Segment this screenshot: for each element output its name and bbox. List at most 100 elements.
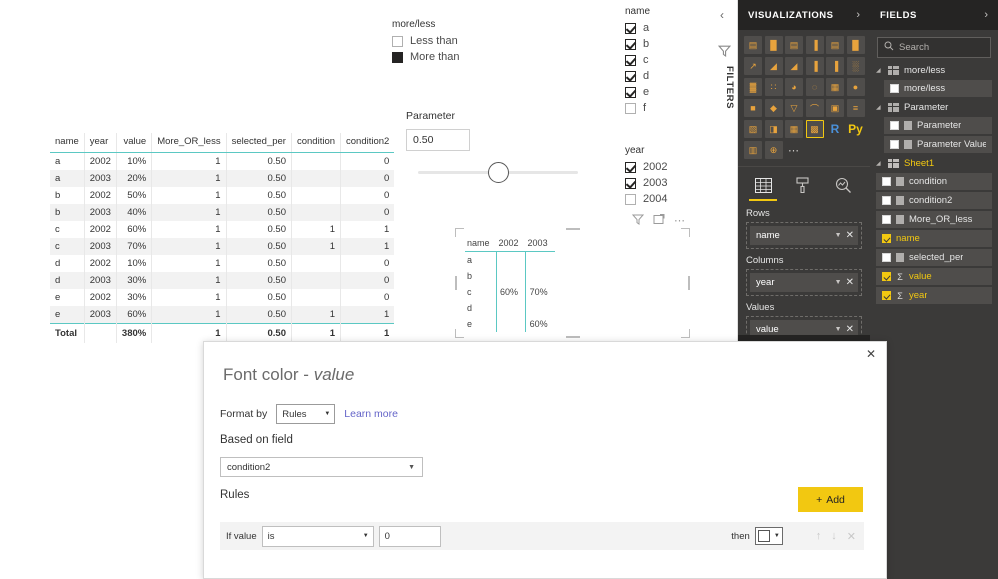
line-chart-icon[interactable]: ↗ xyxy=(744,57,762,75)
table-cell[interactable]: 10% xyxy=(115,152,152,170)
fields-group-header[interactable]: ◢ Sheet1 xyxy=(870,156,998,171)
field-checkbox[interactable] xyxy=(890,84,899,93)
table-cell[interactable]: 2003 xyxy=(83,238,117,255)
table-row[interactable]: e 2003 60% 1 0.50 1 1 xyxy=(50,306,395,324)
close-icon[interactable]: ✕ xyxy=(866,348,876,360)
table-cell[interactable] xyxy=(290,187,341,204)
scatter-chart-icon[interactable]: ∷ xyxy=(764,78,783,96)
well-dropzone[interactable]: name ▼ ✕ xyxy=(746,222,862,249)
table-cell[interactable]: 2003 xyxy=(83,204,117,221)
table-column-header[interactable]: More_OR_less xyxy=(151,133,227,153)
table-cell[interactable]: 0.50 xyxy=(225,238,292,255)
table-cell[interactable]: 0 xyxy=(340,289,395,306)
slicer-name-item[interactable]: d xyxy=(625,70,705,82)
field-checkbox[interactable] xyxy=(882,234,891,243)
tab-format[interactable] xyxy=(792,174,814,196)
field-item[interactable]: Parameter Value xyxy=(884,136,992,153)
table-cell[interactable]: 1 xyxy=(340,238,395,255)
resize-handle-left[interactable] xyxy=(455,276,457,290)
table-cell[interactable]: 60% xyxy=(115,221,152,238)
table-icon[interactable]: ▦ xyxy=(785,120,803,138)
key-influencers-icon[interactable]: ▥ xyxy=(744,141,762,159)
table-cell[interactable]: b xyxy=(50,204,85,221)
matrix-cell[interactable] xyxy=(496,300,526,316)
based-on-field-select[interactable]: condition2 ▼ xyxy=(220,457,423,477)
table-column-header[interactable]: condition xyxy=(290,133,341,153)
table-cell[interactable]: 1 xyxy=(290,306,341,324)
table-cell[interactable]: 1 xyxy=(151,152,227,170)
table-cell[interactable]: 40% xyxy=(115,204,152,221)
slicer-year-item[interactable]: 2002 xyxy=(625,161,705,173)
table-cell[interactable]: 0 xyxy=(340,187,395,204)
chevron-right-icon[interactable]: › xyxy=(856,9,860,21)
tab-fields[interactable] xyxy=(749,174,777,201)
gauge-chart-icon[interactable]: ⌒ xyxy=(805,99,824,117)
table-column-header[interactable]: selected_per xyxy=(225,133,292,153)
table-cell[interactable]: 60% xyxy=(115,306,152,324)
well-field-chip[interactable]: name ▼ ✕ xyxy=(750,226,858,245)
python-visual-icon[interactable]: Py xyxy=(847,120,865,138)
matrix-cell[interactable] xyxy=(525,251,555,268)
move-rule-down-icon[interactable]: ↓ xyxy=(831,530,837,543)
field-checkbox[interactable] xyxy=(882,291,891,300)
kpi-icon[interactable]: ▧ xyxy=(744,120,762,138)
checkbox-icon[interactable] xyxy=(625,177,636,189)
slicer-name-item[interactable]: c xyxy=(625,54,705,66)
multi-row-card-icon[interactable]: ≡ xyxy=(846,99,865,117)
table-cell[interactable] xyxy=(290,289,341,306)
table-cell[interactable] xyxy=(290,272,341,289)
table-cell[interactable]: c xyxy=(50,221,84,238)
table-cell[interactable]: 10% xyxy=(115,255,152,272)
get-more-visuals-icon[interactable]: ⋯ xyxy=(785,141,803,159)
table-row[interactable]: d 2003 30% 1 0.50 0 xyxy=(50,272,395,289)
tab-analytics[interactable] xyxy=(832,174,854,196)
table-cell[interactable]: 0.50 xyxy=(225,187,292,204)
arcgis-maps-icon[interactable]: ⊕ xyxy=(764,141,783,159)
100-percent-stacked-column-chart-icon[interactable]: █ xyxy=(846,36,865,54)
matrix-cell[interactable] xyxy=(496,251,526,268)
table-column-header[interactable]: name xyxy=(50,133,85,153)
field-checkbox[interactable] xyxy=(882,215,891,224)
table-cell[interactable]: e xyxy=(50,306,85,324)
delete-rule-icon[interactable]: ✕ xyxy=(847,530,856,543)
table-cell[interactable]: 0.50 xyxy=(225,289,292,306)
filled-map-icon[interactable]: ■ xyxy=(744,99,762,117)
waterfall-chart-icon[interactable]: ▓ xyxy=(744,78,762,96)
matrix-cell[interactable]: e xyxy=(465,316,497,332)
card-icon[interactable]: ▣ xyxy=(826,99,844,117)
table-cell[interactable]: 0.50 xyxy=(225,306,292,324)
table-visual[interactable]: name year value More_OR_less selected_per con… xyxy=(50,133,395,343)
matrix-visual[interactable]: name 2002 2003 a b c 60% 70% d e 60% xyxy=(455,228,690,338)
field-checkbox[interactable] xyxy=(882,177,891,186)
stacked-area-chart-icon[interactable]: ◢ xyxy=(785,57,803,75)
checkbox-icon[interactable] xyxy=(625,86,636,98)
well-field-chip[interactable]: year ▼ ✕ xyxy=(750,273,858,292)
donut-chart-icon[interactable]: ◌ xyxy=(805,78,824,96)
table-cell[interactable]: 0.50 xyxy=(225,272,292,289)
remove-field-icon[interactable]: ✕ xyxy=(846,277,854,288)
field-item[interactable]: More_OR_less xyxy=(876,211,992,228)
table-cell[interactable]: 2002 xyxy=(83,221,117,238)
field-checkbox[interactable] xyxy=(882,253,891,262)
resize-handle-right[interactable] xyxy=(688,276,690,290)
table-row[interactable]: a 2003 20% 1 0.50 0 xyxy=(50,170,395,187)
rule-value-input[interactable]: 0 xyxy=(378,525,441,547)
remove-field-icon[interactable]: ✕ xyxy=(846,324,854,335)
checkbox-icon[interactable] xyxy=(392,51,403,63)
stacked-bar-chart-icon[interactable]: ▤ xyxy=(744,36,762,54)
checkbox-icon[interactable] xyxy=(392,35,403,47)
table-cell[interactable]: 2002 xyxy=(83,289,117,306)
field-checkbox[interactable] xyxy=(882,196,891,205)
matrix-icon[interactable]: ▩ xyxy=(805,120,824,138)
matrix-cell[interactable]: a xyxy=(465,252,497,269)
table-cell[interactable]: 0.50 xyxy=(225,221,292,238)
slicer-name-item[interactable]: f xyxy=(625,102,705,114)
resize-handle-bottom[interactable] xyxy=(565,336,580,338)
parameter-value-box[interactable]: 0.50 xyxy=(406,129,470,151)
table-column-header[interactable]: condition2 xyxy=(340,133,395,153)
chevron-down-icon[interactable]: ▼ xyxy=(835,326,842,333)
slicer-year-item[interactable]: 2003 xyxy=(625,177,705,189)
treemap-icon[interactable]: ▦ xyxy=(826,78,844,96)
slicer-more-less[interactable]: more/less Less than More than xyxy=(392,19,512,67)
table-row[interactable]: b 2002 50% 1 0.50 0 xyxy=(50,187,395,204)
